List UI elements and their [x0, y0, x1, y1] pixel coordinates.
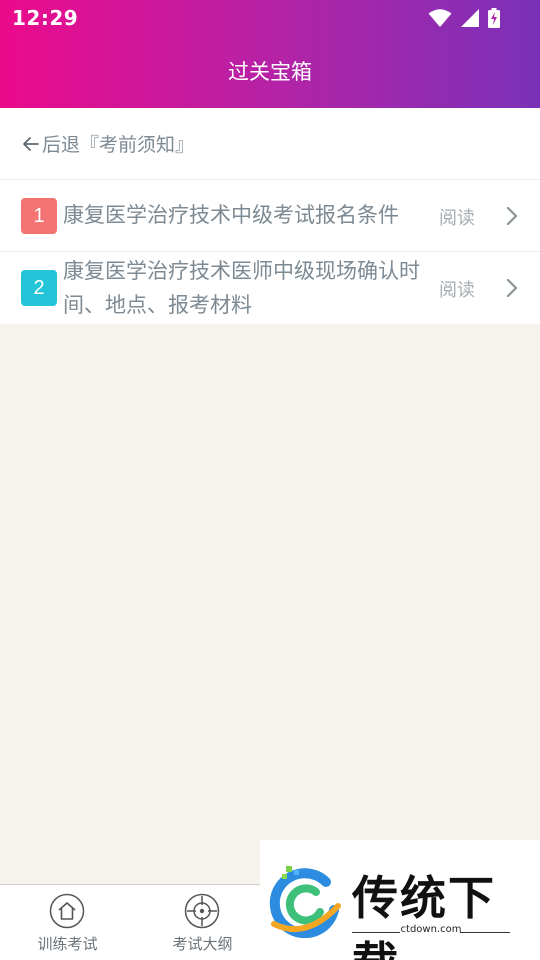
- nav-label: 训练考试: [37, 935, 98, 953]
- arrow-left-icon: [23, 136, 39, 151]
- item-number-badge: 2: [21, 270, 57, 306]
- list-item[interactable]: 1 康复医学治疗技术中级考试报名条件 阅读: [0, 180, 540, 252]
- nav-item-syllabus[interactable]: 考试大纲: [135, 885, 270, 960]
- status-bar: 12:29: [0, 0, 540, 36]
- status-icons: [428, 8, 500, 28]
- status-time: 12:29: [12, 6, 79, 30]
- signal-icon: [461, 9, 479, 27]
- back-button[interactable]: 后退『考前须知』: [0, 108, 540, 180]
- item-title: 康复医学治疗技术中级考试报名条件: [63, 203, 399, 227]
- brand-logo-icon: [269, 866, 341, 938]
- nav-label: 考试大纲: [172, 935, 233, 953]
- wifi-icon: [428, 9, 452, 27]
- app-header: 12:29 过关宝箱: [0, 0, 540, 108]
- item-number-badge: 1: [21, 198, 57, 234]
- chevron-right-icon: [506, 206, 518, 226]
- battery-charging-icon: [488, 8, 500, 28]
- home-icon: [49, 893, 85, 929]
- chevron-right-icon: [506, 278, 518, 298]
- brand-name: 传统下载: [352, 871, 496, 960]
- divider: [460, 932, 510, 933]
- divider: [352, 932, 400, 933]
- watermark: 传统下载 ctdown.com: [260, 840, 540, 960]
- read-label: 阅读: [439, 208, 475, 229]
- item-title: 康复医学治疗技术医师中级现场确认时间、地点、报考材料: [63, 259, 420, 317]
- nav-item-training[interactable]: 训练考试: [0, 885, 135, 960]
- page-title: 过关宝箱: [228, 60, 312, 84]
- read-label: 阅读: [439, 280, 475, 301]
- article-list: 1 康复医学治疗技术中级考试报名条件 阅读 2 康复医学治疗技术医师中级现场确认…: [0, 180, 540, 324]
- target-icon: [184, 893, 220, 929]
- back-label: 后退『考前须知』: [42, 134, 195, 156]
- brand-url: ctdown.com: [400, 924, 462, 935]
- list-item[interactable]: 2 康复医学治疗技术医师中级现场确认时间、地点、报考材料 阅读: [0, 252, 540, 324]
